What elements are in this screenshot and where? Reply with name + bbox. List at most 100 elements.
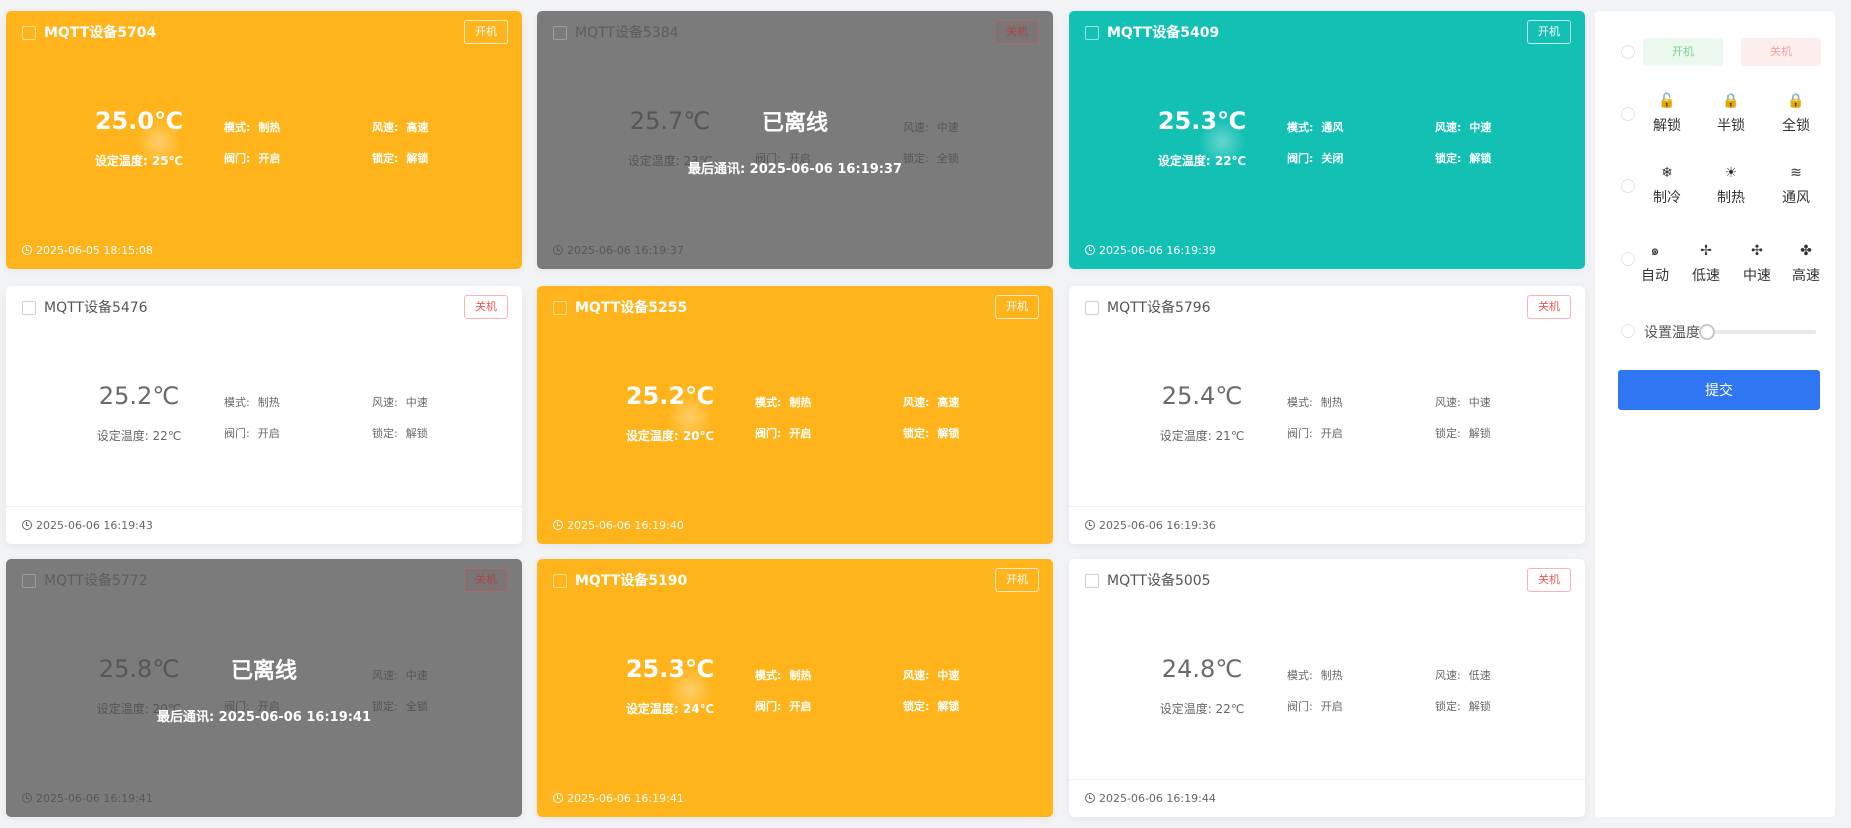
temperature-radio[interactable] xyxy=(1621,324,1635,338)
temperature-slider[interactable] xyxy=(1699,324,1816,340)
offline-overlay: 已离线 最后通讯: 2025-06-06 16:19:37 xyxy=(537,11,1053,269)
power-radio[interactable] xyxy=(1621,45,1635,59)
set-temperature: 设定温度: 22℃ xyxy=(1157,154,1247,168)
device-checkbox[interactable] xyxy=(22,301,36,315)
clock-icon xyxy=(1085,793,1095,803)
device-card[interactable]: MQTT设备5476 关机 25.2℃ 设定温度: 22℃ 模式: 制热 风速: 中… xyxy=(6,286,522,544)
set-temperature: 设定温度: 20℃ xyxy=(625,429,715,443)
device-name: MQTT设备5476 xyxy=(44,300,148,316)
lock-icon: 🔒 xyxy=(1787,93,1805,109)
valve-attr: 阀门: 开启 xyxy=(755,700,812,713)
mode-option-cool[interactable]: ❄ 制冷 xyxy=(1639,164,1695,207)
device-card[interactable]: MQTT设备5772 关机 25.8℃ 设定温度: 20℃ 风速: 中速 阀门: 开… xyxy=(6,559,522,817)
mode-attr: 模式: 制热 xyxy=(1287,396,1343,409)
lock-icon: 🔒 xyxy=(1722,93,1740,109)
panel-power-on-button[interactable]: 开机 xyxy=(1643,38,1723,66)
power-button[interactable]: 开机 xyxy=(995,568,1039,592)
current-temperature: 25.4℃ xyxy=(1161,382,1243,410)
panel-power-off-button[interactable]: 关机 xyxy=(1741,38,1821,66)
device-checkbox[interactable] xyxy=(1085,301,1099,315)
submit-button[interactable]: 提交 xyxy=(1618,370,1820,410)
set-temperature: 设定温度: 22℃ xyxy=(96,429,182,443)
current-temperature: 25.3℃ xyxy=(625,655,715,683)
device-checkbox[interactable] xyxy=(553,574,567,588)
device-grid: MQTT设备5704 开机 25.0℃ 设定温度: 25℃ 模式: 制热 风速: 高… xyxy=(6,11,1585,817)
valve-attr: 阀门: 关闭 xyxy=(1287,152,1344,165)
device-card[interactable]: MQTT设备5005 关机 24.8℃ 设定温度: 22℃ 模式: 制热 风速: 低… xyxy=(1069,559,1585,817)
device-checkbox[interactable] xyxy=(1085,574,1099,588)
power-button[interactable]: 开机 xyxy=(995,295,1039,319)
mode-attr: 模式: 制热 xyxy=(224,396,280,409)
device-card[interactable]: MQTT设备5704 开机 25.0℃ 设定温度: 25℃ 模式: 制热 风速: 高… xyxy=(6,11,522,269)
device-name: MQTT设备5190 xyxy=(575,573,688,589)
fan-attr: 风速: 高速 xyxy=(903,396,960,409)
lock-option-unlock[interactable]: 🔓 解锁 xyxy=(1639,92,1695,135)
power-button[interactable]: 关机 xyxy=(1527,568,1571,592)
fan-attr: 风速: 中速 xyxy=(903,669,960,682)
temperature-label: 设置温度: xyxy=(1644,325,1705,341)
fan-low-icon: ✢ xyxy=(1700,243,1712,259)
set-temperature: 设定温度: 25℃ xyxy=(94,154,184,168)
mode-attr: 模式: 制热 xyxy=(1287,669,1343,682)
device-card[interactable]: MQTT设备5255 开机 25.2℃ 设定温度: 20℃ 模式: 制热 风速: 高… xyxy=(537,286,1053,544)
fan-option-low[interactable]: ✢ 低速 xyxy=(1681,242,1731,285)
clock-icon xyxy=(1085,520,1095,530)
lock-attr: 锁定: 解锁 xyxy=(1435,427,1491,440)
fan-attr: 风速: 中速 xyxy=(1435,121,1492,134)
lock-attr: 锁定: 解锁 xyxy=(372,427,428,440)
clock-icon xyxy=(553,793,563,803)
current-temperature: 25.2℃ xyxy=(625,382,715,410)
lock-radio[interactable] xyxy=(1621,107,1635,121)
valve-attr: 阀门: 开启 xyxy=(755,427,812,440)
lock-option-half[interactable]: 🔒 半锁 xyxy=(1703,92,1759,135)
fan-attr: 风速: 中速 xyxy=(372,396,428,409)
current-temperature: 24.8℃ xyxy=(1161,655,1243,683)
mode-radio[interactable] xyxy=(1621,179,1635,193)
last-communication: 最后通讯: 2025-06-06 16:19:37 xyxy=(687,162,903,177)
sun-icon: ☀ xyxy=(1724,165,1738,181)
mode-attr: 模式: 通风 xyxy=(1287,121,1344,134)
mode-option-heat[interactable]: ☀ 制热 xyxy=(1703,164,1759,207)
lock-attr: 锁定: 解锁 xyxy=(1435,152,1492,165)
mode-attr: 模式: 制热 xyxy=(755,669,812,682)
fan-option-medium[interactable]: ✣ 中速 xyxy=(1732,242,1782,285)
lock-attr: 锁定: 解锁 xyxy=(903,700,960,713)
update-time: 2025-06-05 18:15:08 xyxy=(22,244,153,258)
power-button[interactable]: 关机 xyxy=(464,295,508,319)
clock-icon xyxy=(22,245,32,255)
offline-title: 已离线 xyxy=(230,659,297,684)
device-name: MQTT设备5255 xyxy=(575,300,688,316)
last-communication: 最后通讯: 2025-06-06 16:19:41 xyxy=(156,710,372,725)
power-button[interactable]: 开机 xyxy=(464,20,508,44)
valve-attr: 阀门: 开启 xyxy=(224,152,281,165)
valve-attr: 阀门: 开启 xyxy=(1287,700,1343,713)
lock-attr: 锁定: 解锁 xyxy=(1435,700,1491,713)
lock-attr: 锁定: 解锁 xyxy=(372,152,429,165)
fan-attr: 风速: 高速 xyxy=(372,121,429,134)
control-panel: 开机 关机 🔓 解锁 🔒 半锁 🔒 全锁 ❄ 制冷 ☀ 制热 ≋ 通风 ๑自动 ✢ 低速 ✣ 中… xyxy=(1595,11,1835,817)
device-checkbox[interactable] xyxy=(22,26,36,40)
update-time: 2025-06-06 16:19:44 xyxy=(1085,792,1216,806)
device-card[interactable]: MQTT设备5384 关机 25.7℃ 设定温度: 23℃ 风速: 中速 阀门: 开… xyxy=(537,11,1053,269)
unlock-icon: 🔓 xyxy=(1658,93,1676,109)
device-name: MQTT设备5704 xyxy=(44,25,157,41)
mode-option-vent[interactable]: ≋ 通风 xyxy=(1768,164,1824,207)
clock-icon xyxy=(1085,245,1095,255)
device-name: MQTT设备5796 xyxy=(1107,300,1211,316)
device-card[interactable]: MQTT设备5190 开机 25.3℃ 设定温度: 24℃ 模式: 制热 风速: 中… xyxy=(537,559,1053,817)
fan-option-auto[interactable]: ๑自动 xyxy=(1630,242,1680,285)
valve-attr: 阀门: 开启 xyxy=(224,427,280,440)
device-checkbox[interactable] xyxy=(553,301,567,315)
lock-attr: 锁定: 解锁 xyxy=(903,427,960,440)
lock-option-full[interactable]: 🔒 全锁 xyxy=(1768,92,1824,135)
update-time: 2025-06-06 16:19:41 xyxy=(553,792,684,806)
slider-handle[interactable] xyxy=(1699,324,1715,340)
device-checkbox[interactable] xyxy=(1085,26,1099,40)
power-button[interactable]: 开机 xyxy=(1527,20,1571,44)
auto-fan-icon: ๑ xyxy=(1650,243,1660,259)
clock-icon xyxy=(22,520,32,530)
power-button[interactable]: 关机 xyxy=(1527,295,1571,319)
device-card[interactable]: MQTT设备5409 开机 25.3℃ 设定温度: 22℃ 模式: 通风 风速: 中… xyxy=(1069,11,1585,269)
fan-option-high[interactable]: ✤ 高速 xyxy=(1781,242,1831,285)
device-card[interactable]: MQTT设备5796 关机 25.4℃ 设定温度: 21℃ 模式: 制热 风速: 中… xyxy=(1069,286,1585,544)
